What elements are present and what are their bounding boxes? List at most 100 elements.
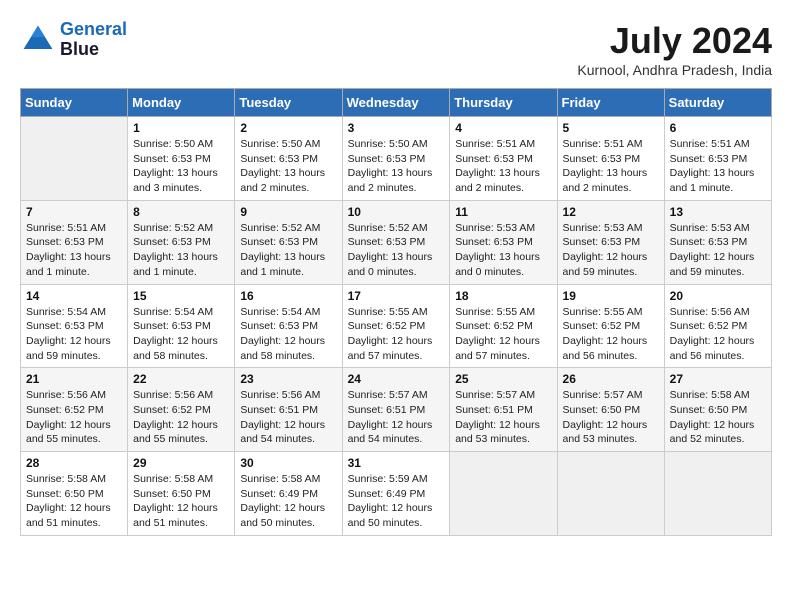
day-number: 13 (670, 205, 766, 219)
day-number: 6 (670, 121, 766, 135)
day-number: 21 (26, 372, 122, 386)
week-row-5: 28 Sunrise: 5:58 AMSunset: 6:50 PMDayligh… (21, 452, 772, 536)
day-info: Sunrise: 5:58 AMSunset: 6:49 PMDaylight:… (240, 472, 336, 531)
day-cell: 14 Sunrise: 5:54 AMSunset: 6:53 PMDayligh… (21, 284, 128, 368)
day-number: 14 (26, 289, 122, 303)
day-cell: 18 Sunrise: 5:55 AMSunset: 6:52 PMDayligh… (450, 284, 557, 368)
day-info: Sunrise: 5:58 AMSunset: 6:50 PMDaylight:… (670, 388, 766, 447)
day-number: 15 (133, 289, 229, 303)
day-info: Sunrise: 5:56 AMSunset: 6:52 PMDaylight:… (133, 388, 229, 447)
day-cell: 9Sunrise: 5:52 AMSunset: 6:53 PMDaylight… (235, 200, 342, 284)
day-cell (664, 452, 771, 536)
week-row-2: 7 Sunrise: 5:51 AMSunset: 6:53 PMDaylight… (21, 200, 772, 284)
logo-text: General Blue (60, 20, 127, 60)
day-cell (21, 117, 128, 201)
day-cell: 21 Sunrise: 5:56 AMSunset: 6:52 PMDayligh… (21, 368, 128, 452)
day-number: 19 (563, 289, 659, 303)
day-info: Sunrise: 5:50 AMSunset: 6:53 PMDaylight:… (133, 137, 229, 196)
day-info: Sunrise: 5:52 AMSunset: 6:53 PMDaylight:… (133, 221, 229, 280)
logo: General Blue (20, 20, 127, 60)
day-number: 12 (563, 205, 659, 219)
day-number: 2 (240, 121, 336, 135)
column-header-friday: Friday (557, 89, 664, 117)
day-info: Sunrise: 5:58 AMSunset: 6:50 PMDaylight:… (133, 472, 229, 531)
day-cell: 15 Sunrise: 5:54 AMSunset: 6:53 PMDayligh… (128, 284, 235, 368)
day-info: Sunrise: 5:51 AMSunset: 6:53 PMDaylight:… (670, 137, 766, 196)
day-number: 10 (348, 205, 445, 219)
day-info: Sunrise: 5:53 AMSunset: 6:53 PMDaylight:… (563, 221, 659, 280)
calendar-table: SundayMondayTuesdayWednesdayThursdayFrid… (20, 88, 772, 536)
day-number: 29 (133, 456, 229, 470)
day-cell: 19 Sunrise: 5:55 AMSunset: 6:52 PMDayligh… (557, 284, 664, 368)
day-cell: 31Sunrise: 5:59 AMSunset: 6:49 PMDayligh… (342, 452, 450, 536)
day-cell: 17Sunrise: 5:55 AMSunset: 6:52 PMDayligh… (342, 284, 450, 368)
day-cell: 20 Sunrise: 5:56 AMSunset: 6:52 PMDayligh… (664, 284, 771, 368)
day-cell: 16 Sunrise: 5:54 AMSunset: 6:53 PMDayligh… (235, 284, 342, 368)
day-info: Sunrise: 5:56 AMSunset: 6:52 PMDaylight:… (26, 388, 122, 447)
day-number: 1 (133, 121, 229, 135)
title-block: July 2024 Kurnool, Andhra Pradesh, India (577, 20, 772, 78)
day-cell: 24 Sunrise: 5:57 AMSunset: 6:51 PMDayligh… (342, 368, 450, 452)
day-cell: 22 Sunrise: 5:56 AMSunset: 6:52 PMDayligh… (128, 368, 235, 452)
day-number: 5 (563, 121, 659, 135)
column-header-saturday: Saturday (664, 89, 771, 117)
day-cell: 12 Sunrise: 5:53 AMSunset: 6:53 PMDayligh… (557, 200, 664, 284)
day-info: Sunrise: 5:57 AMSunset: 6:51 PMDaylight:… (348, 388, 445, 447)
logo-icon (20, 22, 56, 58)
day-number: 25 (455, 372, 551, 386)
day-number: 4 (455, 121, 551, 135)
day-info: Sunrise: 5:53 AMSunset: 6:53 PMDaylight:… (670, 221, 766, 280)
location: Kurnool, Andhra Pradesh, India (577, 62, 772, 78)
day-cell (557, 452, 664, 536)
day-number: 24 (348, 372, 445, 386)
page-header: General Blue July 2024 Kurnool, Andhra P… (20, 20, 772, 78)
day-cell: 27 Sunrise: 5:58 AMSunset: 6:50 PMDayligh… (664, 368, 771, 452)
day-number: 18 (455, 289, 551, 303)
day-number: 27 (670, 372, 766, 386)
day-cell (450, 452, 557, 536)
day-number: 30 (240, 456, 336, 470)
day-info: Sunrise: 5:57 AMSunset: 6:50 PMDaylight:… (563, 388, 659, 447)
day-number: 9 (240, 205, 336, 219)
day-info: Sunrise: 5:54 AMSunset: 6:53 PMDaylight:… (26, 305, 122, 364)
day-info: Sunrise: 5:50 AMSunset: 6:53 PMDaylight:… (348, 137, 445, 196)
column-header-wednesday: Wednesday (342, 89, 450, 117)
day-info: Sunrise: 5:54 AMSunset: 6:53 PMDaylight:… (240, 305, 336, 364)
day-number: 8 (133, 205, 229, 219)
day-cell: 26 Sunrise: 5:57 AMSunset: 6:50 PMDayligh… (557, 368, 664, 452)
day-cell: 3 Sunrise: 5:50 AMSunset: 6:53 PMDaylight… (342, 117, 450, 201)
day-number: 7 (26, 205, 122, 219)
day-info: Sunrise: 5:57 AMSunset: 6:51 PMDaylight:… (455, 388, 551, 447)
day-info: Sunrise: 5:55 AMSunset: 6:52 PMDaylight:… (563, 305, 659, 364)
day-number: 31 (348, 456, 445, 470)
day-number: 28 (26, 456, 122, 470)
day-cell: 13 Sunrise: 5:53 AMSunset: 6:53 PMDayligh… (664, 200, 771, 284)
day-cell: 29 Sunrise: 5:58 AMSunset: 6:50 PMDayligh… (128, 452, 235, 536)
day-number: 26 (563, 372, 659, 386)
day-cell: 10 Sunrise: 5:52 AMSunset: 6:53 PMDayligh… (342, 200, 450, 284)
day-info: Sunrise: 5:55 AMSunset: 6:52 PMDaylight:… (455, 305, 551, 364)
day-info: Sunrise: 5:52 AMSunset: 6:53 PMDaylight:… (348, 221, 445, 280)
column-header-thursday: Thursday (450, 89, 557, 117)
day-cell: 25 Sunrise: 5:57 AMSunset: 6:51 PMDayligh… (450, 368, 557, 452)
day-cell: 28Sunrise: 5:58 AMSunset: 6:50 PMDayligh… (21, 452, 128, 536)
day-number: 17 (348, 289, 445, 303)
day-info: Sunrise: 5:51 AMSunset: 6:53 PMDaylight:… (455, 137, 551, 196)
day-number: 22 (133, 372, 229, 386)
column-headers: SundayMondayTuesdayWednesdayThursdayFrid… (21, 89, 772, 117)
week-row-1: 1 Sunrise: 5:50 AMSunset: 6:53 PMDaylight… (21, 117, 772, 201)
day-cell: 30 Sunrise: 5:58 AMSunset: 6:49 PMDayligh… (235, 452, 342, 536)
day-cell: 8 Sunrise: 5:52 AMSunset: 6:53 PMDaylight… (128, 200, 235, 284)
day-cell: 1 Sunrise: 5:50 AMSunset: 6:53 PMDaylight… (128, 117, 235, 201)
day-number: 16 (240, 289, 336, 303)
day-info: Sunrise: 5:51 AMSunset: 6:53 PMDaylight:… (26, 221, 122, 280)
day-info: Sunrise: 5:50 AMSunset: 6:53 PMDaylight:… (240, 137, 336, 196)
day-info: Sunrise: 5:54 AMSunset: 6:53 PMDaylight:… (133, 305, 229, 364)
day-cell: 5Sunrise: 5:51 AMSunset: 6:53 PMDaylight… (557, 117, 664, 201)
day-number: 3 (348, 121, 445, 135)
column-header-monday: Monday (128, 89, 235, 117)
day-number: 20 (670, 289, 766, 303)
day-cell: 6 Sunrise: 5:51 AMSunset: 6:53 PMDaylight… (664, 117, 771, 201)
day-number: 11 (455, 205, 551, 219)
day-info: Sunrise: 5:56 AMSunset: 6:52 PMDaylight:… (670, 305, 766, 364)
